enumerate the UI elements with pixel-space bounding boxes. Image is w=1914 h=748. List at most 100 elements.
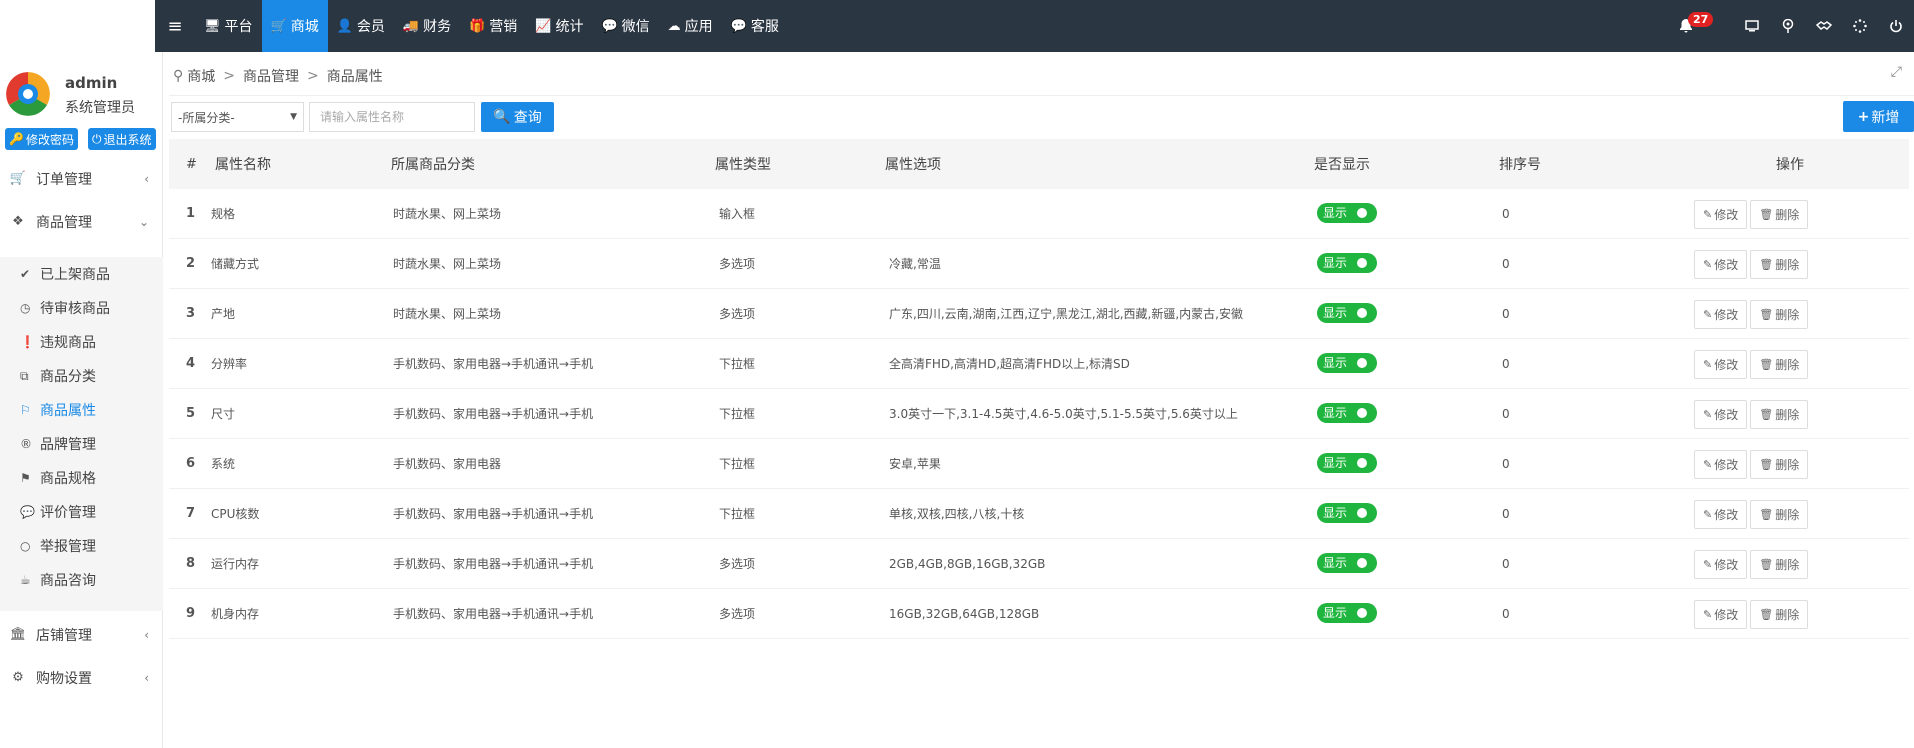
menu-toggle-icon[interactable]: ≡ xyxy=(155,0,195,52)
notification-bell-icon[interactable]: 27 xyxy=(1668,0,1714,52)
chevron-left-icon: ‹ xyxy=(144,670,149,685)
query-button[interactable]: 🔍 查询 xyxy=(481,102,554,132)
show-toggle[interactable]: 显示 xyxy=(1317,502,1377,524)
power-icon[interactable] xyxy=(1878,0,1914,52)
show-toggle[interactable]: 显示 xyxy=(1317,452,1377,474)
sidebar-subitem-6[interactable]: ⚑ 商品规格 xyxy=(0,461,163,495)
row-options: 安卓,苹果 xyxy=(889,457,941,471)
sidebar-subitem-5[interactable]: ® 品牌管理 xyxy=(0,427,163,461)
chevron-down-icon: ⌄ xyxy=(138,214,149,229)
topnav-item-0[interactable]: 🖥 平台 xyxy=(195,0,262,52)
edit-button[interactable]: ✎ 修改 xyxy=(1694,300,1748,329)
sidebar-subitem-1[interactable]: ◷ 待审核商品 xyxy=(0,291,163,325)
delete-label: 删除 xyxy=(1775,258,1800,272)
table-row: 8 运行内存 手机数码、家用电器→手机通讯→手机 多选项 2GB,4GB,8GB,16G… xyxy=(169,539,1909,589)
trash-icon: 🗑 xyxy=(1759,508,1774,521)
edit-label: 修改 xyxy=(1714,458,1739,472)
category-select[interactable]: -所属分类- ▼ xyxy=(171,102,304,132)
edit-button[interactable]: ✎ 修改 xyxy=(1694,450,1748,479)
breadcrumb-item[interactable]: 商城 xyxy=(187,66,215,86)
show-toggle[interactable]: 显示 xyxy=(1317,252,1377,274)
edit-label: 修改 xyxy=(1714,258,1739,272)
toggle-knob xyxy=(1357,607,1367,618)
topnav-label: 客服 xyxy=(750,19,779,35)
sidebar-subitem-8[interactable]: ○ 举报管理 xyxy=(0,529,163,563)
toggle-knob xyxy=(1357,557,1367,568)
desktop-icon[interactable] xyxy=(1734,0,1770,52)
toggle-switch[interactable]: 显示 xyxy=(1317,352,1377,373)
delete-button[interactable]: 🗑 删除 xyxy=(1750,600,1809,629)
row-name: 系统 xyxy=(211,457,236,471)
handshake-icon[interactable] xyxy=(1806,0,1842,52)
toggle-switch[interactable]: 显示 xyxy=(1317,602,1377,623)
sidebar-group-shopping-settings[interactable]: ⚙ 购物设置 ‹ xyxy=(0,656,163,699)
bank-icon: 🏛 xyxy=(9,627,27,642)
sidebar-group-orders[interactable]: 🛒 订单管理 ‹ xyxy=(0,157,163,200)
delete-button[interactable]: 🗑 删除 xyxy=(1750,450,1809,479)
delete-button[interactable]: 🗑 删除 xyxy=(1750,300,1809,329)
topnav-item-4[interactable]: 🎁 营销 xyxy=(460,0,526,52)
delete-button[interactable]: 🗑 删除 xyxy=(1750,200,1809,229)
topnav-item-3[interactable]: 🚚 财务 xyxy=(394,0,460,52)
sidebar-subitem-7[interactable]: 💬 评价管理 xyxy=(0,495,163,529)
edit-button[interactable]: ✎ 修改 xyxy=(1694,200,1748,229)
delete-button[interactable]: 🗑 删除 xyxy=(1750,500,1809,529)
toggle-switch[interactable]: 显示 xyxy=(1317,402,1377,423)
delete-button[interactable]: 🗑 删除 xyxy=(1750,350,1809,379)
add-button[interactable]: + 新增 xyxy=(1843,101,1914,132)
toggle-switch[interactable]: 显示 xyxy=(1317,552,1377,573)
attribute-name-input[interactable] xyxy=(309,102,475,132)
breadcrumb-item[interactable]: 商品管理 xyxy=(243,66,299,86)
show-toggle[interactable]: 显示 xyxy=(1317,602,1377,624)
expand-icon[interactable]: ⤢ xyxy=(1891,64,1902,80)
topnav-item-2[interactable]: 👤 会员 xyxy=(328,0,394,52)
topnav-item-1[interactable]: 🛒 商城 xyxy=(261,0,328,52)
change-password-button[interactable]: 🔑 修改密码 xyxy=(5,128,78,150)
sitemap-icon: ⧉ xyxy=(20,368,29,383)
delete-button[interactable]: 🗑 删除 xyxy=(1750,400,1809,429)
sidebar-subitem-4[interactable]: ⚐ 商品属性 xyxy=(0,393,163,427)
toggle-switch[interactable]: 显示 xyxy=(1317,202,1377,223)
topnav-item-7[interactable]: ☁ 应用 xyxy=(659,0,722,52)
toggle-switch[interactable]: 显示 xyxy=(1317,502,1377,523)
toggle-switch[interactable]: 显示 xyxy=(1317,252,1377,273)
toggle-label: 显示 xyxy=(1323,306,1348,320)
logout-button[interactable]: ⏻ 退出系统 xyxy=(88,128,156,150)
sidebar-subitem-9[interactable]: ☕ 商品咨询 xyxy=(0,563,163,597)
show-toggle[interactable]: 显示 xyxy=(1317,352,1377,374)
trash-icon: 🗑 xyxy=(1759,458,1774,471)
toggle-switch[interactable]: 显示 xyxy=(1317,452,1377,473)
toggle-switch[interactable]: 显示 xyxy=(1317,302,1377,323)
delete-button[interactable]: 🗑 删除 xyxy=(1750,550,1809,579)
topnav-item-8[interactable]: 💬 客服 xyxy=(722,0,788,52)
sidebar-subitem-3[interactable]: ⧉ 商品分类 xyxy=(0,359,163,393)
show-toggle[interactable]: 显示 xyxy=(1317,202,1377,224)
sidebar-group-label: 订单管理 xyxy=(36,171,92,188)
spinner-icon[interactable] xyxy=(1842,0,1878,52)
row-type: 输入框 xyxy=(719,207,756,221)
sidebar-subitem-2[interactable]: ❗ 违规商品 xyxy=(0,325,163,359)
sidebar-group-products[interactable]: ❖ 商品管理 ⌄ xyxy=(0,200,163,243)
edit-button[interactable]: ✎ 修改 xyxy=(1694,600,1748,629)
edit-button[interactable]: ✎ 修改 xyxy=(1694,500,1748,529)
show-toggle[interactable]: 显示 xyxy=(1317,302,1377,324)
row-index: 5 xyxy=(186,406,196,421)
topnav-label: 财务 xyxy=(423,19,452,35)
delete-button[interactable]: 🗑 删除 xyxy=(1750,250,1809,279)
edit-button[interactable]: ✎ 修改 xyxy=(1694,350,1748,379)
edit-button[interactable]: ✎ 修改 xyxy=(1694,550,1748,579)
edit-button[interactable]: ✎ 修改 xyxy=(1694,250,1748,279)
sidebar-subitem-0[interactable]: ✔ 已上架商品 xyxy=(0,257,163,291)
show-toggle[interactable]: 显示 xyxy=(1317,552,1377,574)
edit-button[interactable]: ✎ 修改 xyxy=(1694,400,1748,429)
row-category: 手机数码、家用电器→手机通讯→手机 xyxy=(393,407,594,421)
row-index: 7 xyxy=(186,506,196,521)
sidebar-group-shops[interactable]: 🏛 店铺管理 ‹ xyxy=(0,613,163,656)
show-toggle[interactable]: 显示 xyxy=(1317,402,1377,424)
row-actions: ✎ 修改 🗑 删除 xyxy=(1694,499,1811,529)
location-icon[interactable] xyxy=(1770,0,1806,52)
topnav-item-5[interactable]: 📈 统计 xyxy=(526,0,592,52)
topnav-item-6[interactable]: 💬 微信 xyxy=(592,0,658,52)
toggle-label: 显示 xyxy=(1323,606,1348,620)
check-circle-icon: ✔ xyxy=(20,267,31,281)
